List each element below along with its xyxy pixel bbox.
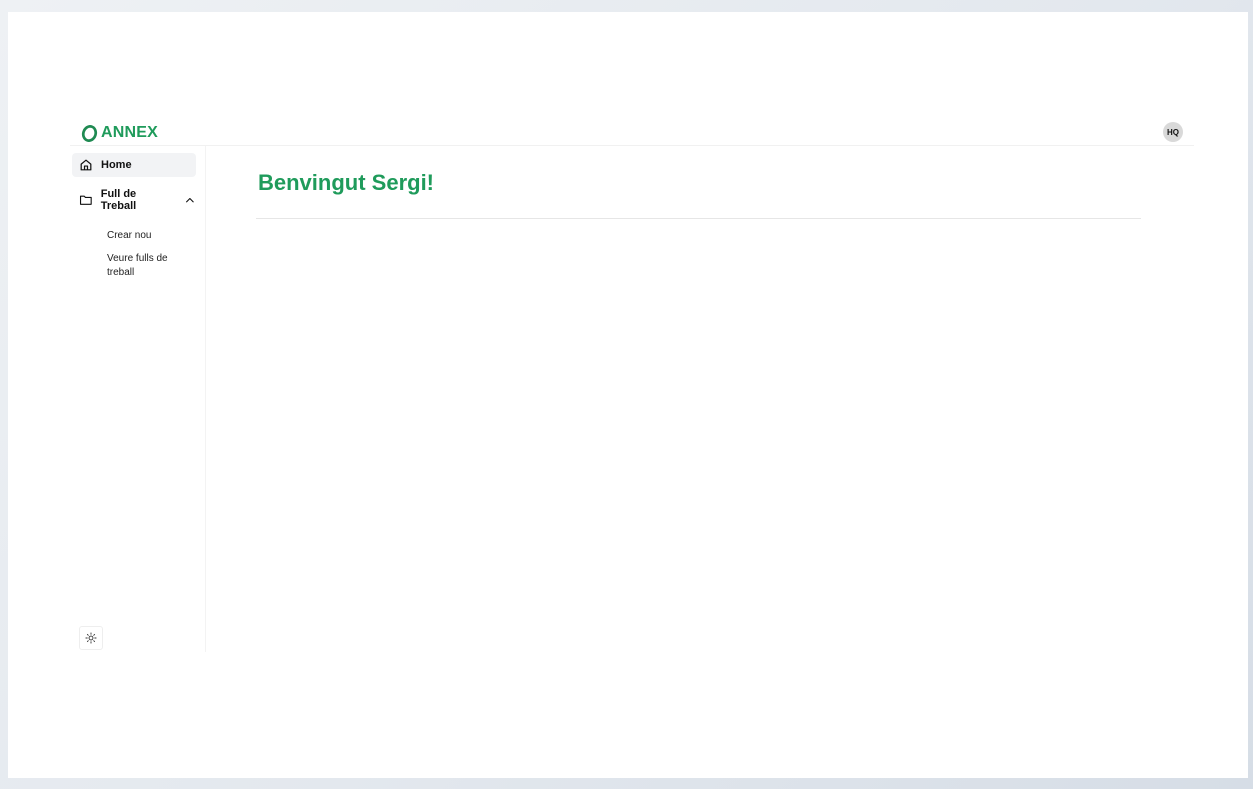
header-divider <box>70 145 1194 146</box>
sun-icon <box>85 632 97 644</box>
sidebar-item-label: Home <box>101 159 132 171</box>
logo-text: ANNEX <box>101 124 159 141</box>
sidebar-subitem-veure-fulls[interactable]: Veure fulls de treball <box>107 252 187 280</box>
page-title: Benvingut Sergi! <box>258 170 435 195</box>
home-icon <box>80 159 92 171</box>
chevron-up-icon[interactable] <box>184 194 196 206</box>
annex-logo-icon <box>81 124 98 142</box>
logo[interactable]: ANNEX <box>81 123 158 143</box>
sidebar-subitem-crear-nou[interactable]: Crear nou <box>107 229 187 243</box>
sidebar: Home Full de Treball Crear nou Veure ful… <box>70 146 206 652</box>
title-divider <box>256 218 1141 219</box>
app-window: ANNEX HQ Home Full de Treball Crear nou … <box>8 12 1248 778</box>
sidebar-item-home[interactable]: Home <box>72 153 196 177</box>
avatar[interactable]: HQ <box>1163 122 1183 142</box>
folder-icon <box>79 195 92 205</box>
sidebar-item-label: Full de Treball <box>100 188 137 212</box>
theme-toggle-button[interactable] <box>79 626 103 650</box>
sidebar-item-full-de-treball[interactable]: Full de Treball <box>72 188 196 212</box>
